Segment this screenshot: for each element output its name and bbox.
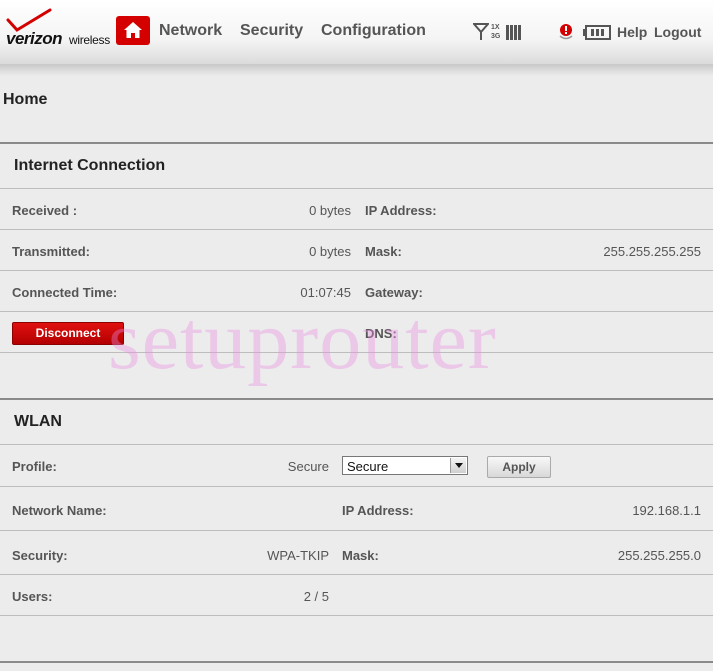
security-label: Security:: [12, 548, 68, 563]
transmitted-value: 0 bytes: [309, 244, 351, 259]
internet-mask-label: Mask:: [365, 244, 402, 259]
network-1x-label: 1X: [491, 24, 500, 31]
row-divider: [0, 311, 713, 312]
section-divider: [0, 661, 713, 663]
home-button[interactable]: [116, 16, 150, 45]
row-divider: [0, 352, 713, 353]
apply-button[interactable]: Apply: [487, 456, 551, 478]
received-value: 0 bytes: [309, 203, 351, 218]
profile-label: Profile:: [12, 459, 57, 474]
top-bar-shadow: [0, 64, 713, 76]
internet-ip-label: IP Address:: [365, 203, 437, 218]
profile-value: Secure: [287, 459, 329, 474]
page-title: Home: [3, 91, 48, 108]
profile-select[interactable]: Secure: [342, 456, 468, 475]
row-divider: [0, 444, 713, 445]
logo-wireless-text: wireless: [69, 33, 110, 47]
wlan-section-title: WLAN: [14, 413, 62, 430]
gateway-label: Gateway:: [365, 285, 423, 300]
help-link[interactable]: Help: [617, 24, 647, 40]
dns-label: DNS:: [365, 326, 397, 341]
home-icon: [124, 22, 142, 38]
top-bar: verizon wireless Network Security Config…: [0, 0, 713, 66]
connected-time-label: Connected Time:: [12, 285, 118, 300]
nav-security[interactable]: Security: [240, 22, 303, 40]
network-name-label: Network Name:: [12, 503, 107, 518]
section-divider: [0, 398, 713, 400]
logout-link[interactable]: Logout: [654, 24, 701, 40]
wlan-ip-label: IP Address:: [342, 503, 414, 518]
watermark: setuprouter: [108, 294, 497, 387]
signal-bars-icon: [506, 25, 521, 40]
row-divider: [0, 486, 713, 487]
wlan-mask-value: 255.255.255.0: [617, 548, 701, 563]
transmitted-label: Transmitted:: [12, 244, 91, 259]
received-label: Received :: [12, 203, 78, 218]
users-value: 2 / 5: [303, 589, 329, 604]
logo-verizon-text: verizon: [6, 29, 63, 48]
chevron-down-icon[interactable]: [450, 458, 466, 473]
row-divider: [0, 615, 713, 616]
network-3g-label: 3G: [491, 33, 501, 40]
users-label: Users:: [12, 589, 53, 604]
alert-icon[interactable]: [557, 22, 575, 42]
wlan-mask-label: Mask:: [342, 548, 379, 563]
connected-time-value: 01:07:45: [300, 285, 351, 300]
profile-select-value: Secure: [347, 459, 389, 474]
disconnect-button[interactable]: Disconnect: [12, 322, 124, 345]
row-divider: [0, 530, 713, 531]
wlan-ip-value: 192.168.1.1: [632, 503, 701, 518]
verizon-logo[interactable]: verizon wireless: [4, 8, 116, 52]
internet-mask-value: 255.255.255.255: [603, 244, 701, 259]
row-divider: [0, 229, 713, 230]
battery-icon: [583, 25, 611, 40]
signal-icon: [473, 23, 489, 40]
nav-configuration[interactable]: Configuration: [321, 22, 426, 40]
row-divider: [0, 574, 713, 575]
nav-network[interactable]: Network: [159, 22, 222, 40]
security-value: WPA-TKIP: [267, 548, 329, 563]
row-divider: [0, 188, 713, 189]
internet-section-title: Internet Connection: [14, 157, 166, 174]
row-divider: [0, 270, 713, 271]
section-divider: [0, 142, 713, 144]
